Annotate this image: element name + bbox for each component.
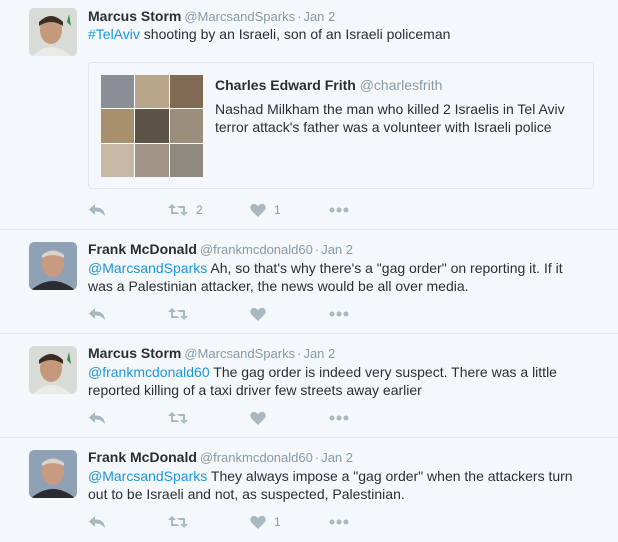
avatar[interactable] [29,450,77,498]
tweet-text: @MarcsandSparks Ah, so that's why there'… [88,259,588,295]
like-button[interactable] [250,304,274,324]
author-handle[interactable]: @MarcsandSparks [184,346,295,361]
reply-icon [89,204,105,216]
tweet-date[interactable]: Jan 2 [303,346,335,361]
mention-link[interactable]: @MarcsandSparks [88,468,207,484]
more-icon [329,207,349,213]
author-handle[interactable]: @MarcsandSparks [184,9,295,24]
quoted-author[interactable]: Charles Edward Frith @charlesfrith [215,77,442,93]
tweet-text: #TelAviv shooting by an Israeli, son of … [88,25,588,43]
hashtag-link[interactable]: #TelAviv [88,26,140,42]
tweet-header: Marcus Storm @MarcsandSparks · Jan 2 [88,8,335,24]
heart-icon [250,411,266,425]
tweet-date[interactable]: Jan 2 [321,450,353,465]
retweet-icon [168,308,188,320]
reply-button[interactable] [88,512,106,532]
more-icon [329,415,349,421]
quoted-author-name[interactable]: Charles Edward Frith [215,77,356,93]
heart-icon [250,515,266,529]
quoted-image[interactable] [101,75,203,177]
more-icon [329,519,349,525]
reply-button[interactable] [88,200,106,220]
author-handle[interactable]: @frankmcdonald60 [200,242,313,257]
like-button[interactable]: 1 [250,200,281,220]
tweet-header: Frank McDonald @frankmcdonald60 · Jan 2 [88,241,353,257]
tweet-text: @frankmcdonald60 The gag order is indeed… [88,363,588,399]
quoted-author-handle[interactable]: @charlesfrith [360,77,443,93]
quoted-tweet[interactable]: Charles Edward Frith @charlesfrith Nasha… [88,62,594,189]
tweet-date[interactable]: Jan 2 [303,9,335,24]
like-count: 1 [274,515,281,529]
author-name[interactable]: Marcus Storm [88,345,181,361]
retweet-icon [168,412,188,424]
reply-button[interactable] [88,408,106,428]
reply-icon [89,308,105,320]
tweet-header: Frank McDonald @frankmcdonald60 · Jan 2 [88,449,353,465]
author-name[interactable]: Frank McDonald [88,449,197,465]
like-button[interactable] [250,408,274,428]
avatar[interactable] [29,8,77,56]
more-icon [329,311,349,317]
tweet-body: shooting by an Israeli, son of an Israel… [139,26,451,42]
retweet-button[interactable] [168,304,196,324]
like-count: 1 [274,203,281,217]
avatar[interactable] [29,242,77,290]
heart-icon [250,203,266,217]
retweet-count: 2 [196,203,203,217]
avatar[interactable] [29,346,77,394]
tweet-date[interactable]: Jan 2 [321,242,353,257]
separator: · [314,450,320,465]
retweet-button[interactable] [168,408,196,428]
author-handle[interactable]: @frankmcdonald60 [200,450,313,465]
reply-icon [89,516,105,528]
mention-link[interactable]: @frankmcdonald60 [88,364,210,380]
more-button[interactable] [329,304,349,324]
retweet-button[interactable] [168,512,196,532]
reply-button[interactable] [88,304,106,324]
more-button[interactable] [329,408,349,428]
tweet-3[interactable]: Marcus Storm @MarcsandSparks · Jan 2 @frank… [0,334,618,438]
mention-link[interactable]: @MarcsandSparks [88,260,207,276]
author-name[interactable]: Marcus Storm [88,8,181,24]
quoted-text: Nashad Milkham the man who killed 2 Isra… [215,101,565,135]
tweet-2[interactable]: Frank McDonald @frankmcdonald60 · Jan 2 @Ma… [0,230,618,334]
more-button[interactable] [329,200,349,220]
separator: · [297,346,302,361]
separator: · [314,242,320,257]
reply-icon [89,412,105,424]
retweet-icon [168,516,188,528]
like-button[interactable]: 1 [250,512,281,532]
tweet-text: @MarcsandSparks They always impose a "ga… [88,467,588,503]
tweet-1[interactable]: Marcus Storm @MarcsandSparks · Jan 2 #TelAv… [0,0,618,230]
retweet-button[interactable]: 2 [168,200,203,220]
separator: · [297,9,302,24]
heart-icon [250,307,266,321]
more-button[interactable] [329,512,349,532]
tweet-4[interactable]: Frank McDonald @frankmcdonald60 · Jan 2 @Ma… [0,438,618,542]
retweet-icon [168,204,188,216]
author-name[interactable]: Frank McDonald [88,241,197,257]
tweet-header: Marcus Storm @MarcsandSparks · Jan 2 [88,345,335,361]
